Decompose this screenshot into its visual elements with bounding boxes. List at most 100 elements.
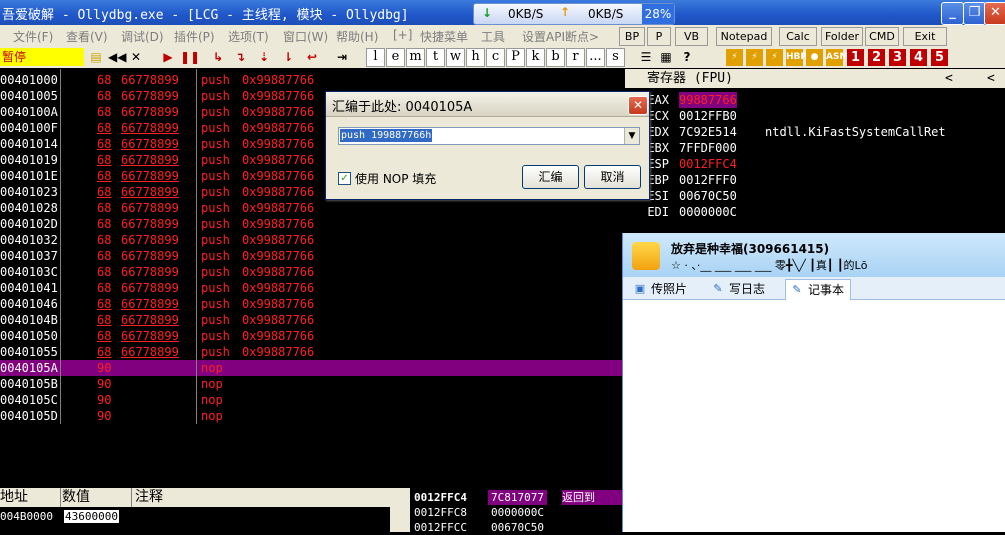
three-icon[interactable]: 3: [889, 49, 906, 66]
run-icon[interactable]: ▶: [160, 49, 176, 65]
modules-button[interactable]: e: [386, 48, 405, 67]
disasm-row-selected[interactable]: 0040105A 90 nop: [0, 360, 622, 376]
handles-button[interactable]: h: [466, 48, 485, 67]
nop-fill-checkbox[interactable]: ✓: [338, 172, 351, 185]
threads-button[interactable]: t: [426, 48, 445, 67]
disasm-row[interactable]: 0040102D 68 66778899 push 0x99887766: [0, 216, 622, 232]
chevron-down-icon[interactable]: ▼: [624, 128, 639, 144]
log-window-button[interactable]: l: [366, 48, 385, 67]
four-icon[interactable]: 4: [910, 49, 927, 66]
stack-pane[interactable]: 0012FFC4 7C817077 返回到 0012FFC8 0000000C 0012F…: [410, 488, 622, 535]
qq-chat-window[interactable]: 放弃是种幸福(309661415) ☆ · 、·__ ___ ___ ___ 零…: [622, 233, 1005, 532]
one-icon[interactable]: 1: [847, 49, 864, 66]
execute-till-return-icon[interactable]: ↩: [304, 49, 320, 65]
disasm-row[interactable]: 00401028 68 66778899 push 0x99887766: [0, 200, 622, 216]
go-to-icon[interactable]: ⇥: [334, 49, 350, 65]
disasm-row[interactable]: 00401041 68 66778899 push 0x99887766: [0, 280, 622, 296]
pause-icon[interactable]: ❚❚: [180, 49, 200, 65]
notepad-button[interactable]: Notepad: [716, 27, 772, 46]
assemble-button[interactable]: 汇编: [522, 165, 579, 189]
disasm-row[interactable]: 00401032 68 66778899 push 0x99887766: [0, 232, 622, 248]
two-icon[interactable]: 2: [868, 49, 885, 66]
references-button[interactable]: r: [566, 48, 585, 67]
minimize-button[interactable]: _: [941, 2, 964, 25]
menu-tools[interactable]: 工具: [481, 28, 505, 45]
operand: 0x99887766: [242, 345, 315, 359]
disasm-row[interactable]: 00401055 68 66778899 push 0x99887766: [0, 344, 622, 360]
disasm-row[interactable]: 0040105D 90 nop: [0, 408, 622, 424]
close-program-icon[interactable]: ✕: [128, 49, 144, 65]
menu-help[interactable]: 帮助(H): [336, 28, 378, 45]
cpu-button[interactable]: c: [486, 48, 505, 67]
run-trace-button[interactable]: ...: [586, 48, 605, 67]
disasm-row[interactable]: 00401000 68 66778899 push 0x99887766: [0, 72, 622, 88]
tab-notepad[interactable]: ✎ 记事本: [785, 279, 852, 300]
disasm-row[interactable]: 0040105C 90 nop: [0, 392, 622, 408]
plugin-1-icon[interactable]: ⚡: [726, 49, 743, 66]
menu-debug[interactable]: 调试(D): [121, 28, 164, 45]
step-into-icon[interactable]: ↳: [210, 49, 226, 65]
menu-plus[interactable]: [+]: [393, 28, 412, 42]
menu-options[interactable]: 选项(T): [228, 28, 269, 45]
restart-icon[interactable]: ◀◀: [108, 49, 126, 65]
prev-arrow-icon[interactable]: <: [945, 69, 953, 88]
tab-upload-photo[interactable]: ▣ 传照片: [629, 279, 693, 299]
registers-pane[interactable]: 寄存器 (FPU) < < EAX 99887766 ECX 0012FFB0 EDX 7…: [625, 69, 1005, 233]
pane-splitter[interactable]: [390, 488, 410, 532]
patches-button[interactable]: P: [506, 48, 525, 67]
column-value[interactable]: 数值: [62, 488, 132, 507]
five-icon[interactable]: 5: [931, 49, 948, 66]
exit-button[interactable]: Exit: [903, 27, 947, 46]
menu-quick[interactable]: 快捷菜单: [420, 28, 468, 45]
disasm-row[interactable]: 0040105B 90 nop: [0, 376, 622, 392]
memory-button[interactable]: m: [406, 48, 425, 67]
folder-button[interactable]: Folder: [821, 27, 863, 46]
step-over-icon[interactable]: ↴: [232, 49, 248, 65]
menu-window[interactable]: 窗口(W): [283, 28, 328, 45]
call-stack-button[interactable]: k: [526, 48, 545, 67]
vb-button[interactable]: VB: [675, 27, 708, 46]
close-button[interactable]: ✕: [984, 2, 1005, 25]
cmd-button[interactable]: CMD: [865, 27, 899, 46]
open-icon[interactable]: ▤: [88, 49, 104, 65]
column-comment[interactable]: 注释: [135, 488, 385, 507]
bp-button[interactable]: BP: [619, 27, 645, 46]
plugin-3-icon[interactable]: ⚡: [766, 49, 783, 66]
stack-row[interactable]: 0012FFC8 0000000C: [410, 505, 622, 520]
disasm-row[interactable]: 0040103C 68 66778899 push 0x99887766: [0, 264, 622, 280]
trace-over-icon[interactable]: ⇂: [280, 49, 296, 65]
disasm-row[interactable]: 00401046 68 66778899 push 0x99887766: [0, 296, 622, 312]
menu-view[interactable]: 查看(V): [66, 28, 108, 45]
disasm-row[interactable]: 0040104B 68 66778899 push 0x99887766: [0, 312, 622, 328]
next-arrow-icon[interactable]: <: [987, 69, 995, 88]
source-button[interactable]: s: [606, 48, 625, 67]
memory-dump-pane[interactable]: 地址 数值 注释 004B0000 43600000: [0, 488, 390, 532]
column-address[interactable]: 地址: [0, 488, 61, 507]
menu-api-bp[interactable]: 设置API断点>: [522, 28, 599, 45]
p-button[interactable]: P: [647, 27, 671, 46]
stack-row[interactable]: 0012FFCC 00670C50: [410, 520, 622, 535]
stack-row[interactable]: 0012FFC4 7C817077 返回到: [410, 490, 622, 505]
asm-icon[interactable]: ASM: [826, 49, 848, 66]
cancel-button[interactable]: 取消: [584, 165, 641, 189]
operand: 0x99887766: [242, 249, 315, 263]
calc-button[interactable]: Calc: [779, 27, 817, 46]
tab-write-blog[interactable]: ✎ 写日志: [707, 279, 771, 299]
avatar[interactable]: [632, 242, 660, 270]
trace-into-icon[interactable]: ⇣: [256, 49, 272, 65]
breakpoints-button[interactable]: b: [546, 48, 565, 67]
dialog-close-button[interactable]: ✕: [628, 96, 648, 115]
plugin-2-icon[interactable]: ⚡: [746, 49, 763, 66]
menu-plugins[interactable]: 插件(P): [174, 28, 215, 45]
disasm-row[interactable]: 00401050 68 66778899 push 0x99887766: [0, 328, 622, 344]
disasm-row[interactable]: 00401037 68 66778899 push 0x99887766: [0, 248, 622, 264]
assemble-instruction-input[interactable]: push 199887766h ▼: [338, 127, 640, 145]
help-icon[interactable]: ?: [679, 49, 695, 65]
list-icon[interactable]: ☰: [638, 49, 654, 65]
windows-button[interactable]: w: [446, 48, 465, 67]
restore-button[interactable]: ❐: [963, 2, 986, 25]
grid-icon[interactable]: ▦: [658, 49, 674, 65]
hbp-icon[interactable]: HBP: [786, 49, 807, 66]
menu-file[interactable]: 文件(F): [13, 28, 53, 45]
plugin-5-icon[interactable]: ●: [806, 49, 823, 66]
